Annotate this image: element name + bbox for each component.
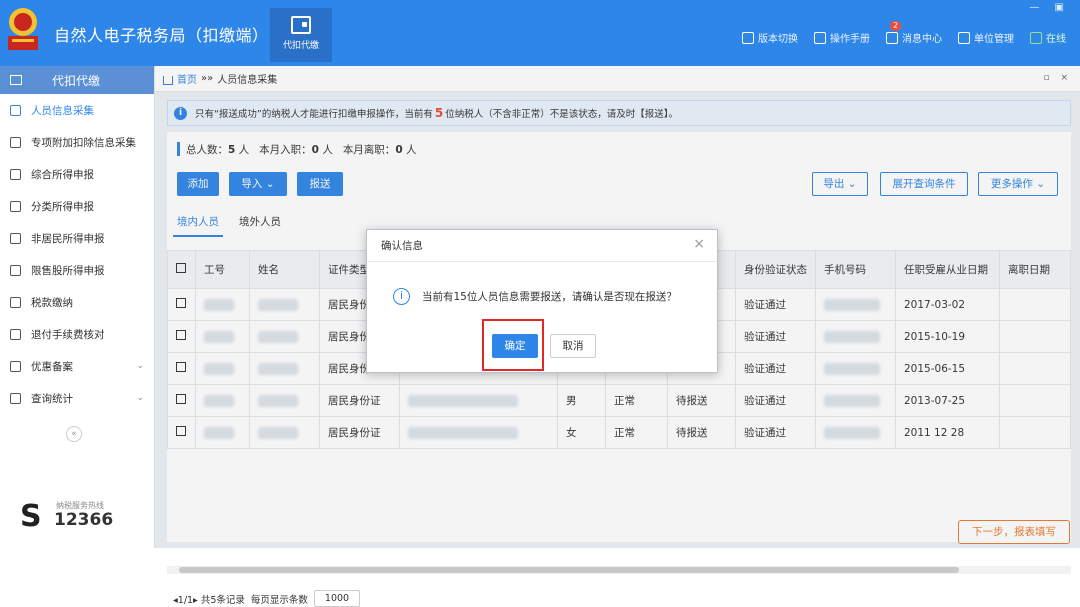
sidebar-item-label: 优惠备案 [31, 360, 73, 373]
info-icon: i [393, 288, 410, 305]
sidebar-item-classified[interactable]: 分类所得申报 [0, 190, 154, 222]
sidebar-item-comprehensive[interactable]: 综合所得申报 [0, 158, 154, 190]
wallet-icon [10, 296, 21, 308]
message-center-label: 消息中心 [902, 34, 942, 45]
sidebar-item-label: 专项附加扣除信息采集 [31, 136, 136, 149]
online-status[interactable]: 在线 [1030, 30, 1066, 45]
online-label: 在线 [1046, 34, 1066, 45]
sidebar: 代扣代缴 人员信息采集 专项附加扣除信息采集 综合所得申报 分类所得申报 非居民… [0, 66, 155, 548]
app-title: 自然人电子税务局（扣缴端） [54, 26, 269, 45]
sidebar-item-label: 非居民所得申报 [31, 232, 105, 245]
wallet-icon [10, 75, 22, 85]
stats-icon [10, 392, 21, 404]
module-withholding-button[interactable]: 代扣代缴 [270, 8, 332, 62]
confirm-highlight-box [482, 319, 544, 371]
tax-emblem-logo [8, 8, 38, 50]
sidebar-header[interactable]: 代扣代缴 [0, 66, 154, 94]
sidebar-item-label: 分类所得申报 [31, 200, 94, 213]
pager: ◂1/1▸ 共5条记录 每页显示条数 1000 [173, 590, 361, 607]
hotline-number: 12366 [54, 510, 114, 530]
switch-icon [742, 31, 754, 44]
list-icon [10, 136, 21, 148]
sidebar-item-label: 税款缴纳 [31, 296, 73, 309]
building-icon [958, 31, 970, 44]
mail-icon [886, 31, 898, 44]
dialog-title: 确认信息 [367, 230, 717, 262]
version-switch-label: 版本切换 [758, 34, 798, 45]
sidebar-item-personnel[interactable]: 人员信息采集 [0, 94, 154, 126]
cancel-button[interactable]: 取消 [550, 334, 596, 358]
bookmark-icon [10, 360, 21, 372]
sidebar-item-label: 综合所得申报 [31, 168, 94, 181]
chevron-down-icon: ⌄ [136, 393, 144, 403]
phone-icon: S [20, 499, 42, 534]
collapse-sidebar-button[interactable]: « [66, 426, 82, 442]
online-icon [1030, 31, 1042, 44]
sidebar-item-restricted-shares[interactable]: 限售股所得申报 [0, 254, 154, 286]
module-label: 代扣代缴 [282, 41, 319, 51]
version-switch-link[interactable]: 版本切换 [742, 30, 798, 45]
people-icon [10, 104, 21, 116]
sidebar-item-special-deduction[interactable]: 专项附加扣除信息采集 [0, 126, 154, 158]
horizontal-scrollbar[interactable] [167, 566, 1071, 574]
close-icon[interactable]: × [693, 236, 705, 252]
pager-info[interactable]: ◂1/1▸ 共5条记录 [173, 592, 245, 606]
sidebar-header-label: 代扣代缴 [52, 73, 101, 88]
sidebar-item-query[interactable]: 查询统计 ⌄ [0, 382, 154, 414]
unit-management-link[interactable]: 单位管理 [958, 30, 1014, 45]
person-icon [10, 232, 21, 244]
layers-icon [10, 168, 21, 180]
manual-label: 操作手册 [830, 34, 870, 45]
chart-icon [10, 264, 21, 276]
hotline: S 纳税服务热线 12366 [20, 498, 140, 538]
top-links: 版本切换 操作手册 2 消息中心 单位管理 在线 [742, 21, 1066, 45]
manual-link[interactable]: 操作手册 [814, 30, 870, 45]
manual-icon [814, 31, 826, 44]
per-page-label: 每页显示条数 [250, 594, 308, 606]
sidebar-item-label: 限售股所得申报 [31, 264, 105, 277]
title-bar: 自然人电子税务局（扣缴端） 代扣代缴 — ▣ 版本切换 操作手册 2 消息中心 单… [0, 0, 1080, 66]
unit-management-label: 单位管理 [974, 34, 1014, 45]
message-badge: 2 [890, 21, 902, 31]
sidebar-item-tax-payment[interactable]: 税款缴纳 [0, 286, 154, 318]
sidebar-item-refund-fee[interactable]: 退付手续费核对 [0, 318, 154, 350]
sidebar-item-preferential[interactable]: 优惠备案 ⌄ [0, 350, 154, 382]
wallet-icon [291, 16, 311, 34]
dialog-message: i 当前有15位人员信息需要报送，请确认是否现在报送？ [393, 288, 677, 305]
chevron-down-icon: ⌄ [136, 361, 144, 371]
message-center-link[interactable]: 2 消息中心 [886, 21, 942, 45]
per-page-input[interactable]: 1000 [313, 590, 361, 607]
sidebar-item-label: 人员信息采集 [31, 104, 94, 117]
clock-icon [10, 200, 21, 212]
window-controls[interactable]: — ▣ [1029, 2, 1070, 13]
sidebar-item-label: 查询统计 [31, 392, 73, 405]
scrollbar-thumb[interactable] [179, 567, 959, 573]
dialog-message-text: 当前有15位人员信息需要报送，请确认是否现在报送？ [422, 291, 677, 303]
sidebar-item-nonresident[interactable]: 非居民所得申报 [0, 222, 154, 254]
doc-icon [10, 328, 21, 340]
sidebar-item-label: 退付手续费核对 [31, 328, 105, 341]
